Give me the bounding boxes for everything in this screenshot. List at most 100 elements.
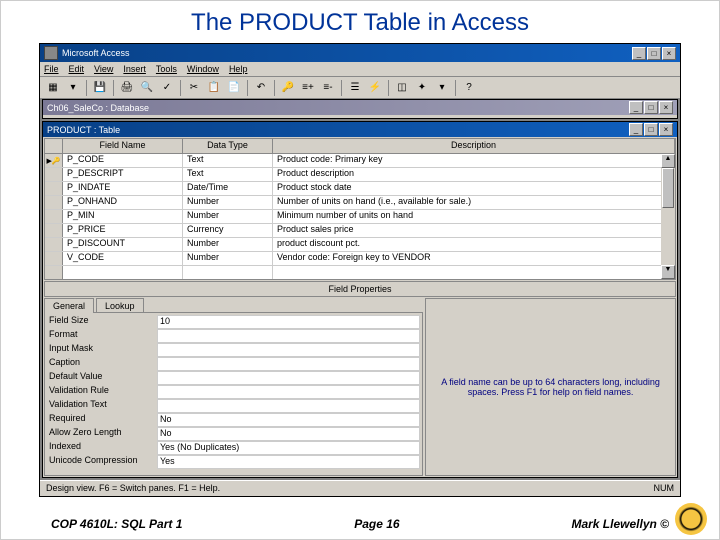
tab-general[interactable]: General: [44, 298, 94, 313]
delete-rows-button[interactable]: ≡-: [319, 79, 337, 97]
description-cell[interactable]: [273, 266, 675, 279]
table-row[interactable]: P_DESCRIPTTextProduct description: [45, 168, 675, 182]
data-type-cell[interactable]: Number: [183, 196, 273, 209]
menu-edit[interactable]: Edit: [69, 64, 85, 74]
col-header-datatype[interactable]: Data Type: [183, 139, 273, 153]
row-selector[interactable]: [45, 210, 63, 223]
save-button[interactable]: 💾: [91, 79, 109, 97]
description-cell[interactable]: Number of units on hand (i.e., available…: [273, 196, 675, 209]
undo-button[interactable]: ↶: [252, 79, 270, 97]
key-button[interactable]: 🔑: [279, 79, 297, 97]
row-selector[interactable]: [45, 168, 63, 181]
td-maximize-button[interactable]: □: [644, 123, 658, 136]
table-row[interactable]: P_DISCOUNTNumberproduct discount pct.: [45, 238, 675, 252]
field-name-cell[interactable]: P_DISCOUNT: [63, 238, 183, 251]
table-row[interactable]: [45, 266, 675, 280]
description-cell[interactable]: Product code: Primary key: [273, 154, 675, 167]
description-cell[interactable]: Product sales price: [273, 224, 675, 237]
copy-button[interactable]: 📋: [205, 79, 223, 97]
description-cell[interactable]: Product description: [273, 168, 675, 181]
field-name-cell[interactable]: P_PRICE: [63, 224, 183, 237]
col-header-fieldname[interactable]: Field Name: [63, 139, 183, 153]
print-button[interactable]: 🖨: [118, 79, 136, 97]
close-button[interactable]: ×: [662, 47, 676, 60]
field-name-cell[interactable]: P_ONHAND: [63, 196, 183, 209]
db-minimize-button[interactable]: _: [629, 101, 643, 114]
menu-help[interactable]: Help: [229, 64, 248, 74]
td-close-button[interactable]: ×: [659, 123, 673, 136]
table-row[interactable]: P_ONHANDNumberNumber of units on hand (i…: [45, 196, 675, 210]
property-value[interactable]: 10: [157, 315, 420, 329]
row-selector[interactable]: [45, 252, 63, 265]
properties-button[interactable]: ☰: [346, 79, 364, 97]
description-cell[interactable]: Vendor code: Foreign key to VENDOR: [273, 252, 675, 265]
property-value[interactable]: Yes: [157, 455, 420, 469]
description-cell[interactable]: product discount pct.: [273, 238, 675, 251]
field-name-cell[interactable]: [63, 266, 183, 279]
property-value[interactable]: [157, 399, 420, 413]
field-name-cell[interactable]: P_CODE: [63, 154, 183, 167]
menu-file[interactable]: File: [44, 64, 59, 74]
help-button[interactable]: ?: [460, 79, 478, 97]
preview-button[interactable]: 🔍: [138, 79, 156, 97]
scroll-down-icon[interactable]: ▼: [661, 265, 675, 279]
tab-lookup[interactable]: Lookup: [96, 298, 144, 313]
scroll-thumb[interactable]: [662, 168, 674, 208]
row-selector[interactable]: ▶🔑: [45, 154, 63, 167]
insert-rows-button[interactable]: ≡+: [299, 79, 317, 97]
property-value[interactable]: [157, 385, 420, 399]
new-object-button[interactable]: ✦: [413, 79, 431, 97]
dropdown2-icon[interactable]: ▾: [433, 79, 451, 97]
data-type-cell[interactable]: Number: [183, 238, 273, 251]
row-selector[interactable]: [45, 238, 63, 251]
description-cell[interactable]: Minimum number of units on hand: [273, 210, 675, 223]
field-name-cell[interactable]: P_MIN: [63, 210, 183, 223]
row-selector[interactable]: [45, 182, 63, 195]
table-row[interactable]: ▶🔑P_CODETextProduct code: Primary key: [45, 154, 675, 168]
database-window[interactable]: Ch06_SaleCo : Database _ □ ×: [42, 99, 678, 119]
table-row[interactable]: V_CODENumberVendor code: Foreign key to …: [45, 252, 675, 266]
data-type-cell[interactable]: Date/Time: [183, 182, 273, 195]
data-type-cell[interactable]: Number: [183, 252, 273, 265]
db-close-button[interactable]: ×: [659, 101, 673, 114]
property-value[interactable]: Yes (No Duplicates): [157, 441, 420, 455]
table-row[interactable]: P_MINNumberMinimum number of units on ha…: [45, 210, 675, 224]
maximize-button[interactable]: □: [647, 47, 661, 60]
paste-button[interactable]: 📄: [225, 79, 243, 97]
col-header-description[interactable]: Description: [273, 139, 675, 153]
table-row[interactable]: P_PRICECurrencyProduct sales price: [45, 224, 675, 238]
db-maximize-button[interactable]: □: [644, 101, 658, 114]
data-type-cell[interactable]: Text: [183, 168, 273, 181]
description-cell[interactable]: Product stock date: [273, 182, 675, 195]
property-value[interactable]: No: [157, 427, 420, 441]
vertical-scrollbar[interactable]: ▲ ▼: [661, 154, 675, 279]
spell-button[interactable]: ✓: [158, 79, 176, 97]
db-window-button[interactable]: ◫: [393, 79, 411, 97]
property-value[interactable]: [157, 329, 420, 343]
td-minimize-button[interactable]: _: [629, 123, 643, 136]
property-value[interactable]: [157, 371, 420, 385]
menu-insert[interactable]: Insert: [123, 64, 146, 74]
cut-button[interactable]: ✂: [185, 79, 203, 97]
menu-tools[interactable]: Tools: [156, 64, 177, 74]
field-name-cell[interactable]: P_INDATE: [63, 182, 183, 195]
dropdown-icon[interactable]: ▾: [64, 79, 82, 97]
field-name-cell[interactable]: P_DESCRIPT: [63, 168, 183, 181]
property-value[interactable]: [157, 343, 420, 357]
row-selector[interactable]: [45, 224, 63, 237]
view-button[interactable]: ▦: [44, 79, 62, 97]
data-type-cell[interactable]: Text: [183, 154, 273, 167]
table-row[interactable]: P_INDATEDate/TimeProduct stock date: [45, 182, 675, 196]
property-value[interactable]: [157, 357, 420, 371]
data-type-cell[interactable]: Number: [183, 210, 273, 223]
menu-view[interactable]: View: [94, 64, 113, 74]
row-selector[interactable]: [45, 196, 63, 209]
property-value[interactable]: No: [157, 413, 420, 427]
scroll-up-icon[interactable]: ▲: [661, 154, 675, 168]
menu-window[interactable]: Window: [187, 64, 219, 74]
minimize-button[interactable]: _: [632, 47, 646, 60]
data-type-cell[interactable]: Currency: [183, 224, 273, 237]
indexes-button[interactable]: ⚡: [366, 79, 384, 97]
field-name-cell[interactable]: V_CODE: [63, 252, 183, 265]
row-selector[interactable]: [45, 266, 63, 279]
